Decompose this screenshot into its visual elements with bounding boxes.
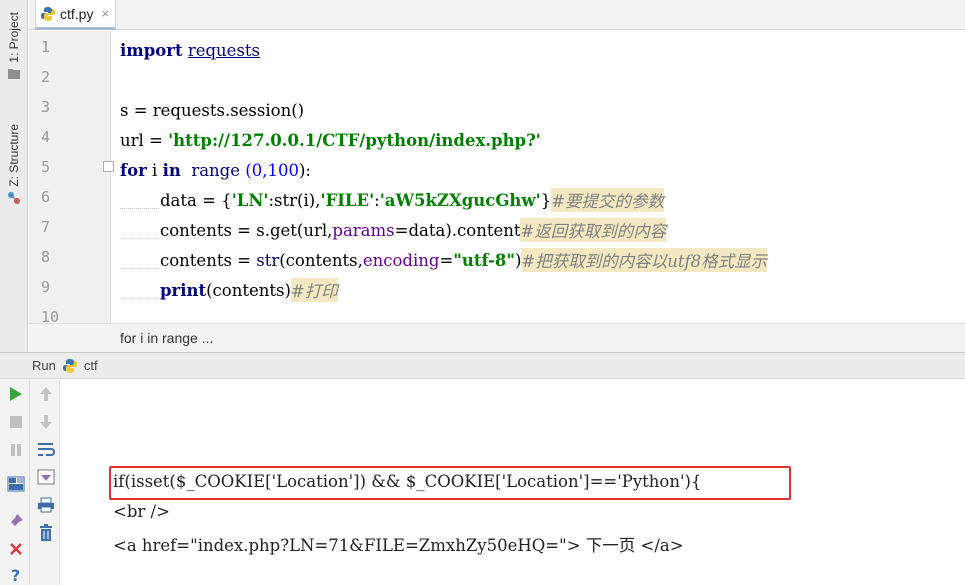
indent-guide [120, 191, 159, 209]
line-number: 9 [41, 278, 51, 296]
code-area[interactable]: import requests s = requests.session() u… [120, 31, 965, 323]
code-line-6: data = {'LN':str(i), 'FILE':'aW5kZXgucGhw… [120, 185, 665, 215]
line-number: 2 [41, 68, 51, 86]
line-number: 8 [41, 248, 51, 266]
print-icon[interactable] [37, 496, 55, 514]
breadcrumb-text[interactable]: for i in range ... [120, 330, 213, 346]
keyword: print [160, 280, 207, 300]
project-tool-tab[interactable]: 1: Project [0, 12, 28, 81]
close-tab-icon[interactable]: × [101, 6, 109, 21]
folder-icon [8, 68, 20, 79]
line-number: 1 [41, 38, 51, 56]
soft-wrap-icon[interactable] [37, 440, 55, 458]
code-line-4: url = 'http://127.0.0.1/CTF/python/index… [120, 125, 541, 155]
down-arrow-icon[interactable] [37, 413, 55, 431]
project-tab-label: 1: Project [7, 12, 21, 63]
string-literal: 'aW5kZXgucGhw' [379, 190, 541, 210]
indent-guide [120, 221, 159, 239]
code-line-3: s = requests.session() [120, 95, 304, 125]
keyword: in [162, 160, 181, 180]
python-config-icon [62, 358, 77, 373]
run-toolbar: ? [0, 380, 30, 585]
code-text: url = [120, 130, 169, 150]
line-number: 4 [41, 128, 51, 146]
line-number: 3 [41, 98, 51, 116]
indent-guide [120, 251, 159, 269]
tool-window-strip: 1: Project Z: Structure [0, 0, 28, 352]
layout-icon[interactable] [7, 475, 25, 493]
run-config-name[interactable]: ctf [84, 358, 98, 373]
keyword: import [120, 40, 183, 60]
code-text: =data).content [394, 220, 521, 240]
run-panel-header: Run ctf [0, 352, 965, 379]
string-literal: 'http://127.0.0.1/CTF/python/index.php?' [168, 130, 541, 150]
structure-icon [8, 191, 20, 204]
breadcrumb[interactable]: for i in range ... [29, 323, 965, 352]
pin-icon[interactable] [7, 512, 25, 530]
code-text: ): [298, 160, 311, 180]
code-text: data = { [160, 190, 232, 210]
help-icon[interactable]: ? [7, 566, 25, 584]
svg-text:?: ? [11, 566, 20, 584]
code-text: = [439, 250, 454, 270]
code-text: (contents) [206, 280, 291, 300]
run-icon[interactable] [7, 385, 25, 403]
fold-toggle-icon[interactable] [103, 161, 114, 172]
code-text: contents = [160, 250, 257, 270]
code-text: contents = s.get(url, [160, 220, 333, 240]
editor-tab-bar: ctf.py × [29, 0, 965, 30]
number-literal: 0 [251, 160, 263, 180]
stop-icon[interactable] [7, 413, 25, 431]
close-icon[interactable] [7, 540, 25, 558]
line-number: 6 [41, 188, 51, 206]
keyword: for [120, 160, 147, 180]
code-line-1: import requests [120, 35, 260, 65]
module-name[interactable]: requests [188, 41, 260, 60]
run-panel-title: Run [32, 358, 56, 373]
code-line-5: for i in range (0, 100): [120, 155, 311, 185]
code-text: (contents, [279, 250, 363, 270]
code-comment: #返回获取到的内容 [520, 218, 667, 242]
code-line-8: contents = str (contents, encoding = "utf-8"… [120, 245, 768, 275]
console-toolbar [30, 380, 60, 585]
trash-icon[interactable] [37, 524, 55, 542]
keyword-argument: params [332, 220, 395, 240]
pause-icon[interactable] [7, 441, 25, 459]
console-line: <a href="index.php?LN=71&FILE=ZmxhZy50eH… [113, 536, 684, 555]
number-literal: 100 [267, 160, 299, 180]
line-number: 10 [41, 308, 60, 323]
code-comment: #把获取到的内容以utf8格式显示 [521, 248, 768, 272]
keyword-argument: encoding [362, 250, 440, 270]
code-comment: #要提交的参数 [551, 188, 665, 212]
line-number-gutter: 1 2 3 4 5 6 7 8 9 10 [29, 31, 111, 323]
code-text: :str(i), [268, 190, 321, 210]
code-text: } [540, 190, 552, 210]
code-text: s = requests.session() [120, 100, 305, 120]
line-number: 7 [41, 218, 51, 236]
string-literal: "utf-8" [453, 250, 515, 270]
up-arrow-icon[interactable] [37, 385, 55, 403]
indent-guide [120, 281, 159, 299]
console-output[interactable]: if(isset($_COOKIE['Location']) && $_COOK… [95, 380, 965, 585]
builtin-function: str [256, 250, 280, 270]
string-literal: 'FILE' [320, 190, 375, 210]
tab-ctf-py[interactable]: ctf.py × [35, 0, 117, 30]
console-line: if(isset($_COOKIE['Location']) && $_COOK… [113, 472, 702, 491]
code-comment: #打印 [290, 278, 338, 302]
python-file-icon [41, 6, 55, 21]
structure-tab-label: Z: Structure [7, 124, 21, 187]
structure-tool-tab[interactable]: Z: Structure [0, 124, 28, 205]
tab-label: ctf.py [60, 5, 94, 22]
code-line-9: print (contents) #打印 [120, 275, 338, 305]
console-line: <br /> [113, 502, 170, 521]
builtin-function: range [180, 160, 246, 180]
line-number: 5 [41, 158, 51, 176]
string-literal: 'LN' [231, 190, 269, 210]
code-text: i [146, 160, 163, 180]
code-line-7: contents = s.get(url, params =data).conten… [120, 215, 667, 245]
scroll-to-end-icon[interactable] [37, 468, 55, 486]
code-editor[interactable]: 1 2 3 4 5 6 7 8 9 10 import requests s =… [29, 31, 965, 323]
